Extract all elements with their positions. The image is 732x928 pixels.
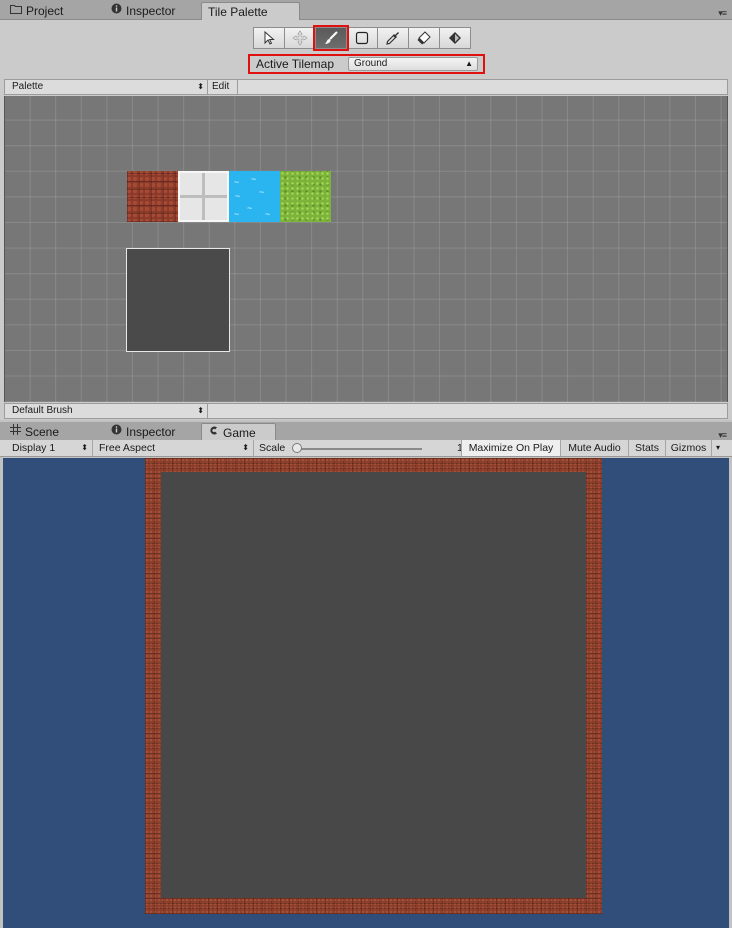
paint-brush-tool-button[interactable] xyxy=(313,25,349,51)
stats-label: Stats xyxy=(635,442,659,454)
tile-palette-panel: Active Tilemap Ground ▲ Palette ⬍ Edit ~… xyxy=(0,20,732,420)
info-icon xyxy=(111,424,122,440)
maximize-label: Maximize On Play xyxy=(468,442,554,454)
tool-bar xyxy=(253,25,471,51)
eyedropper-icon xyxy=(386,32,399,45)
select-tool-button[interactable] xyxy=(253,27,285,49)
dropdown-arrow-icon: ⬍ xyxy=(197,406,204,415)
palette-bar: Palette ⬍ Edit xyxy=(4,79,728,95)
tab-scene[interactable]: Scene xyxy=(4,423,65,441)
palette-label: Palette xyxy=(12,81,44,92)
maximize-on-play-button[interactable]: Maximize On Play xyxy=(461,440,560,456)
flood-fill-tool-button[interactable] xyxy=(439,27,471,49)
display-value: Display 1 xyxy=(12,442,56,454)
gizmos-dropdown-arrow[interactable]: ▾ xyxy=(711,440,724,456)
brick-wall-tilemap xyxy=(145,458,602,914)
gizmos-label: Gizmos xyxy=(670,442,707,454)
game-icon xyxy=(208,425,219,441)
game-viewport[interactable] xyxy=(3,458,729,928)
stats-button[interactable]: Stats xyxy=(628,440,665,456)
paintbrush-icon xyxy=(325,31,338,44)
palette-grid[interactable]: ~ ~ ~ ~ ~ ~ ~ xyxy=(4,96,728,402)
active-tilemap-value: Ground xyxy=(354,58,388,69)
eraser-tool-button[interactable] xyxy=(408,27,440,49)
dropdown-arrow-icon: ⬍ xyxy=(197,82,204,91)
stone-tile[interactable] xyxy=(178,171,229,222)
mute-label: Mute Audio xyxy=(568,442,621,454)
dropdown-arrow-icon: ▲ xyxy=(465,59,473,68)
active-tilemap-label: Active Tilemap xyxy=(256,57,335,71)
tab-inspector-bottom[interactable]: Inspector xyxy=(105,423,181,441)
box-icon xyxy=(355,31,369,45)
display-dropdown[interactable]: Display 1 ⬍ xyxy=(6,440,93,456)
tab-inspector-bottom-label: Inspector xyxy=(126,425,176,439)
tab-game[interactable]: Game xyxy=(201,423,276,441)
dropdown-arrow-icon: ⬍ xyxy=(81,443,88,452)
tab-game-label: Game xyxy=(223,425,256,440)
game-toolbar: Display 1 ⬍ Free Aspect ⬍ Scale 1x Maxim… xyxy=(0,440,732,457)
picker-tool-button[interactable] xyxy=(377,27,409,49)
folder-icon xyxy=(10,3,22,19)
brush-dropdown[interactable]: Default Brush ⬍ xyxy=(5,404,208,418)
ground-floor xyxy=(161,472,586,898)
tab-tile-palette[interactable]: Tile Palette xyxy=(201,2,300,21)
edit-palette-button[interactable]: Edit xyxy=(208,80,238,94)
brush-preview-tile xyxy=(126,248,230,352)
dropdown-arrow-icon: ⬍ xyxy=(242,443,249,452)
active-tilemap-dropdown[interactable]: Ground ▲ xyxy=(348,57,478,71)
aspect-value: Free Aspect xyxy=(99,442,156,454)
scale-slider-thumb[interactable] xyxy=(292,443,302,453)
edit-label: Edit xyxy=(212,81,230,92)
paint-bucket-icon xyxy=(449,32,461,44)
move-tool-button[interactable] xyxy=(284,27,316,49)
tab-project[interactable]: Project xyxy=(4,2,69,20)
palette-dropdown[interactable]: Palette ⬍ xyxy=(5,80,208,94)
scale-label: Scale xyxy=(259,442,286,454)
brick-tile[interactable] xyxy=(127,171,178,222)
water-tile[interactable]: ~ ~ ~ ~ ~ ~ ~ xyxy=(229,171,280,222)
grid-icon xyxy=(10,424,21,440)
tab-project-label: Project xyxy=(26,4,64,18)
top-tab-bar: Project Inspector Tile Palette ▾≡ xyxy=(0,0,732,21)
brush-label: Default Brush xyxy=(12,405,73,416)
aspect-dropdown[interactable]: Free Aspect ⬍ xyxy=(93,440,254,456)
tab-scene-label: Scene xyxy=(25,425,60,439)
tab-inspector-label: Inspector xyxy=(126,4,176,18)
active-tilemap-row: Active Tilemap Ground ▲ xyxy=(248,54,485,74)
eraser-icon xyxy=(417,31,431,45)
panel-menu-icon[interactable]: ▾≡ xyxy=(718,8,727,19)
move-icon xyxy=(292,30,308,46)
cursor-icon xyxy=(264,30,275,45)
box-fill-tool-button[interactable] xyxy=(346,27,378,49)
bottom-tab-bar: Scene Inspector Game ▾≡ xyxy=(0,422,732,441)
grass-tile[interactable] xyxy=(280,171,331,222)
info-icon xyxy=(111,3,122,19)
gizmos-button[interactable]: Gizmos xyxy=(665,440,711,456)
mute-audio-button[interactable]: Mute Audio xyxy=(560,440,628,456)
tab-inspector[interactable]: Inspector xyxy=(105,2,181,20)
tab-tile-palette-label: Tile Palette xyxy=(208,5,268,19)
scale-slider-track[interactable] xyxy=(296,448,422,450)
brush-bar: Default Brush ⬍ xyxy=(4,403,728,419)
